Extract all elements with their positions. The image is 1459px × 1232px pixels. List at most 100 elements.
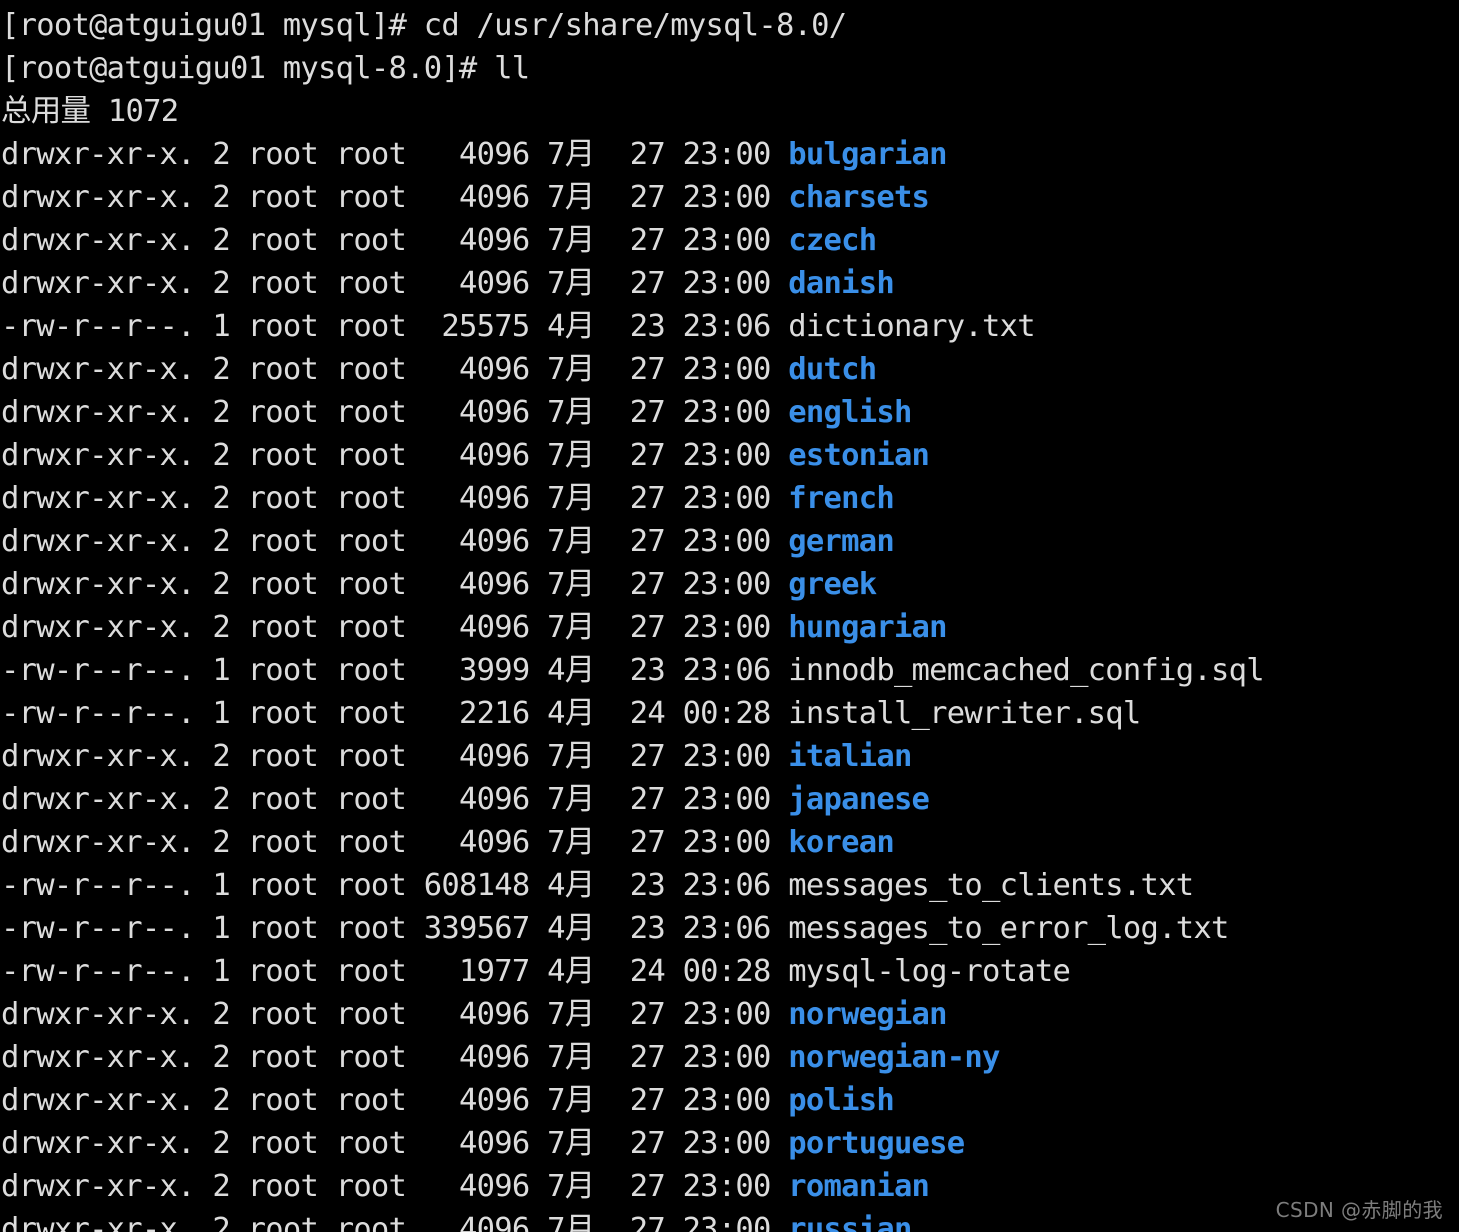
column-gap: [318, 223, 336, 258]
column-gap: [406, 352, 424, 387]
column-gap: [529, 997, 547, 1032]
entry-name: french: [788, 481, 894, 516]
column-gap: [318, 653, 336, 688]
entry-month: 7月: [547, 567, 595, 602]
column-gap: [771, 653, 789, 688]
column-gap: [665, 1212, 683, 1232]
entry-permissions: drwxr-xr-x.: [1, 180, 195, 215]
column-gap: [406, 954, 424, 989]
column-gap: [665, 1083, 683, 1118]
entry-link-count: 2: [212, 739, 230, 774]
column-gap: [665, 137, 683, 172]
column-gap: [318, 825, 336, 860]
entry-link-count: 2: [212, 1169, 230, 1204]
entry-permissions: -rw-r--r--.: [1, 911, 195, 946]
entry-link-count: 2: [212, 782, 230, 817]
column-gap: [230, 1169, 248, 1204]
entry-permissions: drwxr-xr-x.: [1, 223, 195, 258]
column-gap: [529, 868, 547, 903]
entry-group: root: [335, 266, 407, 301]
entry-name: messages_to_error_log.txt: [788, 911, 1229, 946]
column-gap: [665, 1169, 683, 1204]
column-gap: [195, 1126, 213, 1161]
entry-size: 4096: [423, 223, 530, 258]
column-gap: [594, 352, 629, 387]
column-gap: [318, 1040, 336, 1075]
entry-size: 4096: [423, 352, 530, 387]
terminal-window[interactable]: [root@atguigu01 mysql]# cd /usr/share/my…: [0, 0, 1459, 1232]
column-gap: [230, 1126, 248, 1161]
column-gap: [529, 395, 547, 430]
entry-time: 23:00: [682, 395, 772, 430]
entry-owner: root: [247, 1040, 319, 1075]
table-row: drwxr-xr-x. 2 root root 4096 7月 27 23:00…: [0, 606, 1459, 649]
entry-day: 24: [629, 954, 666, 989]
entry-name: japanese: [788, 782, 930, 817]
entry-group: root: [335, 481, 407, 516]
column-gap: [529, 1083, 547, 1118]
entry-day: 23: [629, 309, 666, 344]
entry-permissions: drwxr-xr-x.: [1, 825, 195, 860]
column-gap: [594, 954, 629, 989]
entry-link-count: 2: [212, 1083, 230, 1118]
column-gap: [594, 1212, 629, 1232]
entry-group: root: [335, 395, 407, 430]
column-gap: [771, 567, 789, 602]
column-gap: [529, 309, 547, 344]
column-gap: [594, 825, 629, 860]
entry-time: 23:00: [682, 266, 772, 301]
column-gap: [665, 481, 683, 516]
entry-size: 4096: [423, 1212, 530, 1232]
entry-owner: root: [247, 739, 319, 774]
column-gap: [771, 223, 789, 258]
shell-command: ll: [494, 51, 530, 86]
column-gap: [406, 1126, 424, 1161]
table-row: drwxr-xr-x. 2 root root 4096 7月 27 23:00…: [0, 1208, 1459, 1232]
column-gap: [594, 1040, 629, 1075]
column-gap: [230, 1040, 248, 1075]
entry-size: 4096: [423, 266, 530, 301]
entry-day: 27: [629, 567, 666, 602]
column-gap: [318, 610, 336, 645]
column-gap: [318, 309, 336, 344]
entry-owner: root: [247, 1212, 319, 1232]
entry-time: 23:06: [682, 868, 772, 903]
column-gap: [594, 309, 629, 344]
column-gap: [195, 1083, 213, 1118]
entry-permissions: drwxr-xr-x.: [1, 137, 195, 172]
column-gap: [594, 653, 629, 688]
column-gap: [771, 524, 789, 559]
column-gap: [406, 1083, 424, 1118]
entry-group: root: [335, 567, 407, 602]
terminal-screen[interactable]: [root@atguigu01 mysql]# cd /usr/share/my…: [0, 0, 1459, 1232]
column-gap: [406, 309, 424, 344]
entry-permissions: drwxr-xr-x.: [1, 1040, 195, 1075]
table-row: drwxr-xr-x. 2 root root 4096 7月 27 23:00…: [0, 348, 1459, 391]
entry-size: 4096: [423, 1040, 530, 1075]
column-gap: [406, 438, 424, 473]
entry-month: 4月: [547, 954, 595, 989]
column-gap: [230, 481, 248, 516]
entry-size: 4096: [423, 438, 530, 473]
column-gap: [771, 825, 789, 860]
column-gap: [318, 266, 336, 301]
column-gap: [594, 1169, 629, 1204]
entry-day: 27: [629, 352, 666, 387]
column-gap: [406, 524, 424, 559]
entry-name: czech: [788, 223, 877, 258]
column-gap: [195, 653, 213, 688]
entry-day: 27: [629, 438, 666, 473]
column-gap: [406, 1040, 424, 1075]
entry-size: 4096: [423, 1169, 530, 1204]
column-gap: [594, 997, 629, 1032]
entry-permissions: -rw-r--r--.: [1, 868, 195, 903]
entry-size: 608148: [423, 868, 530, 903]
entry-month: 7月: [547, 438, 595, 473]
entry-month: 7月: [547, 223, 595, 258]
entry-group: root: [335, 911, 407, 946]
entry-month: 7月: [547, 180, 595, 215]
command-line: [root@atguigu01 mysql]# cd /usr/share/my…: [0, 4, 1459, 47]
column-gap: [230, 266, 248, 301]
entry-name: danish: [788, 266, 894, 301]
column-gap: [529, 438, 547, 473]
